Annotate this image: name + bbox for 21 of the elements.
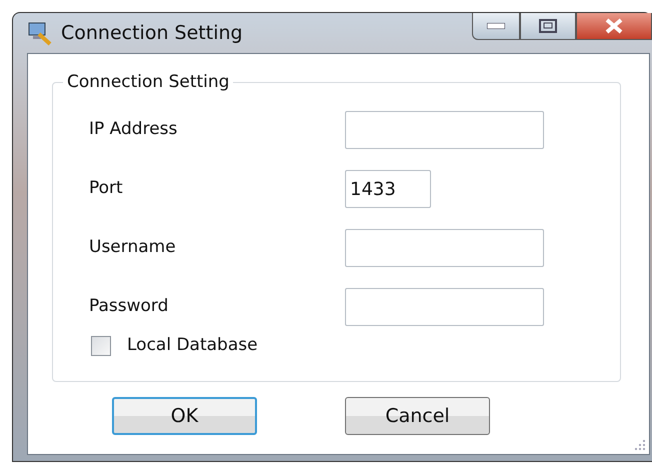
input-field[interactable]: 1433 [345,170,431,208]
field-label: IP Address [89,118,178,142]
input-field[interactable] [345,288,544,326]
input-field[interactable] [345,111,544,149]
dialog-button[interactable]: OK [112,397,257,435]
minimize-button[interactable] [472,13,520,40]
window-title: Connection Setting [61,20,243,46]
minimize-icon [487,23,505,29]
close-button[interactable] [576,13,652,40]
checkbox-label: Local Database [127,334,258,357]
field-label: Password [89,295,170,318]
close-icon [605,18,623,34]
input-field[interactable] [345,229,544,267]
maximize-icon [539,19,557,33]
connection-settings-icon [27,20,53,46]
field-label: Username [89,236,177,260]
maximize-button[interactable] [520,13,576,40]
field-label: Port [89,177,124,200]
checkbox[interactable] [91,336,111,356]
resize-grip-icon [634,439,646,451]
dialog-button[interactable]: Cancel [345,397,490,435]
